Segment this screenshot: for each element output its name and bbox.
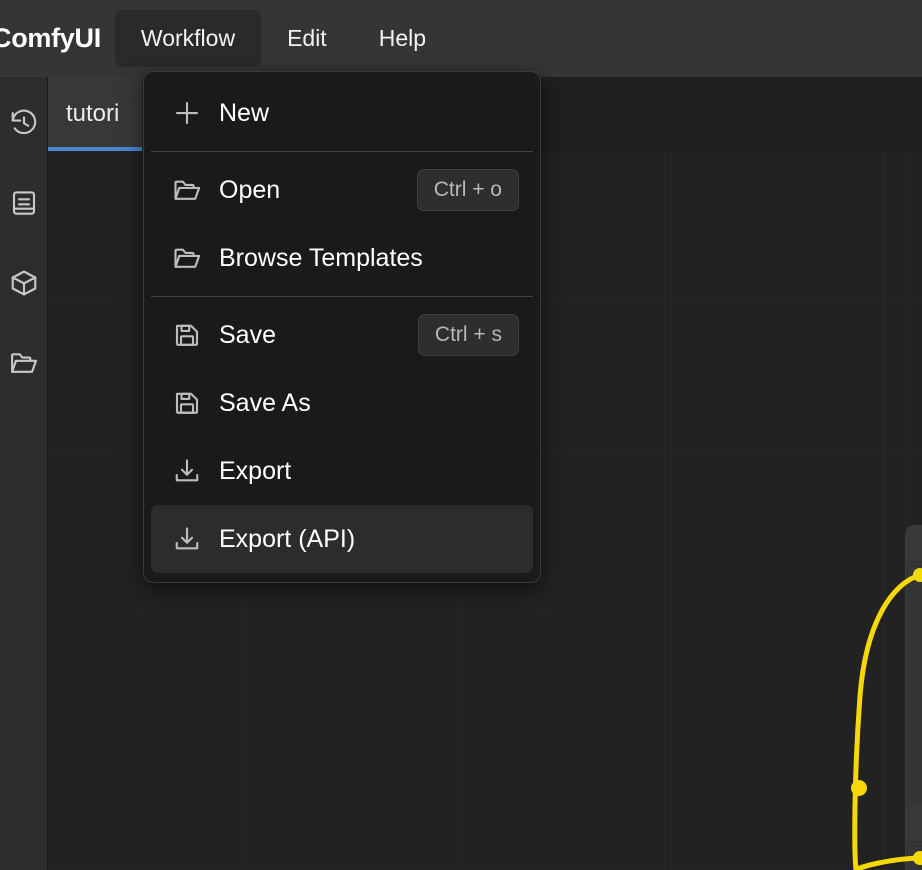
menu-bar: Workflow Edit Help [114, 10, 452, 67]
menu-help-label: Help [378, 25, 427, 51]
workflow-tab-label: tutori [66, 100, 120, 127]
menu-item-label: Browse Templates [219, 243, 423, 272]
workflow-dropdown-menu: New Open Ctrl + o Browse Templates Save Ct… [143, 71, 541, 583]
workflow-tab[interactable]: tutori [48, 77, 143, 151]
download-icon [165, 524, 209, 554]
plus-icon [165, 98, 209, 128]
menu-item-label: New [219, 98, 270, 127]
sidebar-item-model-library[interactable] [0, 243, 48, 323]
menu-item-label: Save As [219, 388, 311, 417]
menu-edit[interactable]: Edit [261, 10, 353, 67]
folder-open-icon [165, 243, 209, 273]
menu-item-shortcut: Ctrl + o [416, 169, 519, 211]
menu-item-label: Open [219, 175, 281, 204]
menu-item-label: Save [219, 320, 276, 349]
menu-item-new[interactable]: New [151, 79, 533, 147]
menu-item-export[interactable]: Export [151, 437, 533, 505]
menu-help[interactable]: Help [353, 10, 452, 67]
node-link-curve [852, 572, 922, 870]
menu-item-label: Export (API) [219, 524, 356, 553]
link-port-dot-lower[interactable] [913, 851, 922, 865]
node-link-curve-lower [853, 855, 922, 870]
menu-separator [151, 296, 533, 297]
menu-item-shortcut: Ctrl + s [417, 314, 519, 356]
link-port-dot-upper[interactable] [913, 568, 922, 582]
menu-item-save[interactable]: Save Ctrl + s [151, 301, 533, 369]
app-logo: ComfyUI [0, 23, 101, 53]
menu-workflow[interactable]: Workflow [114, 10, 262, 67]
left-sidebar [0, 77, 48, 870]
floppy-disk-icon [165, 320, 209, 350]
floppy-disk-icon [165, 388, 209, 418]
menu-item-open[interactable]: Open Ctrl + o [151, 156, 533, 224]
download-icon [165, 456, 209, 486]
folder-icon [9, 348, 39, 378]
menu-item-label: Export [219, 456, 292, 485]
menu-edit-label: Edit [287, 25, 327, 51]
menu-item-browse-templates[interactable]: Browse Templates [151, 224, 533, 292]
sidebar-item-queue[interactable] [0, 83, 48, 163]
folder-open-icon [165, 175, 209, 205]
menu-separator [151, 151, 533, 152]
sidebar-item-workflows[interactable] [0, 323, 48, 403]
link-reroute-dot[interactable] [851, 780, 867, 796]
history-icon [9, 108, 39, 138]
menu-item-save-as[interactable]: Save As [151, 369, 533, 437]
book-icon [9, 188, 39, 218]
menu-item-export-api[interactable]: Export (API) [151, 505, 533, 573]
cube-icon [9, 268, 39, 298]
sidebar-item-node-library[interactable] [0, 163, 48, 243]
top-menu-bar: ComfyUI Workflow Edit Help [0, 0, 922, 77]
menu-workflow-label: Workflow [140, 25, 236, 51]
comfyui-window: tutori ComfyUI Workflow Edit Help New Op… [0, 0, 922, 870]
